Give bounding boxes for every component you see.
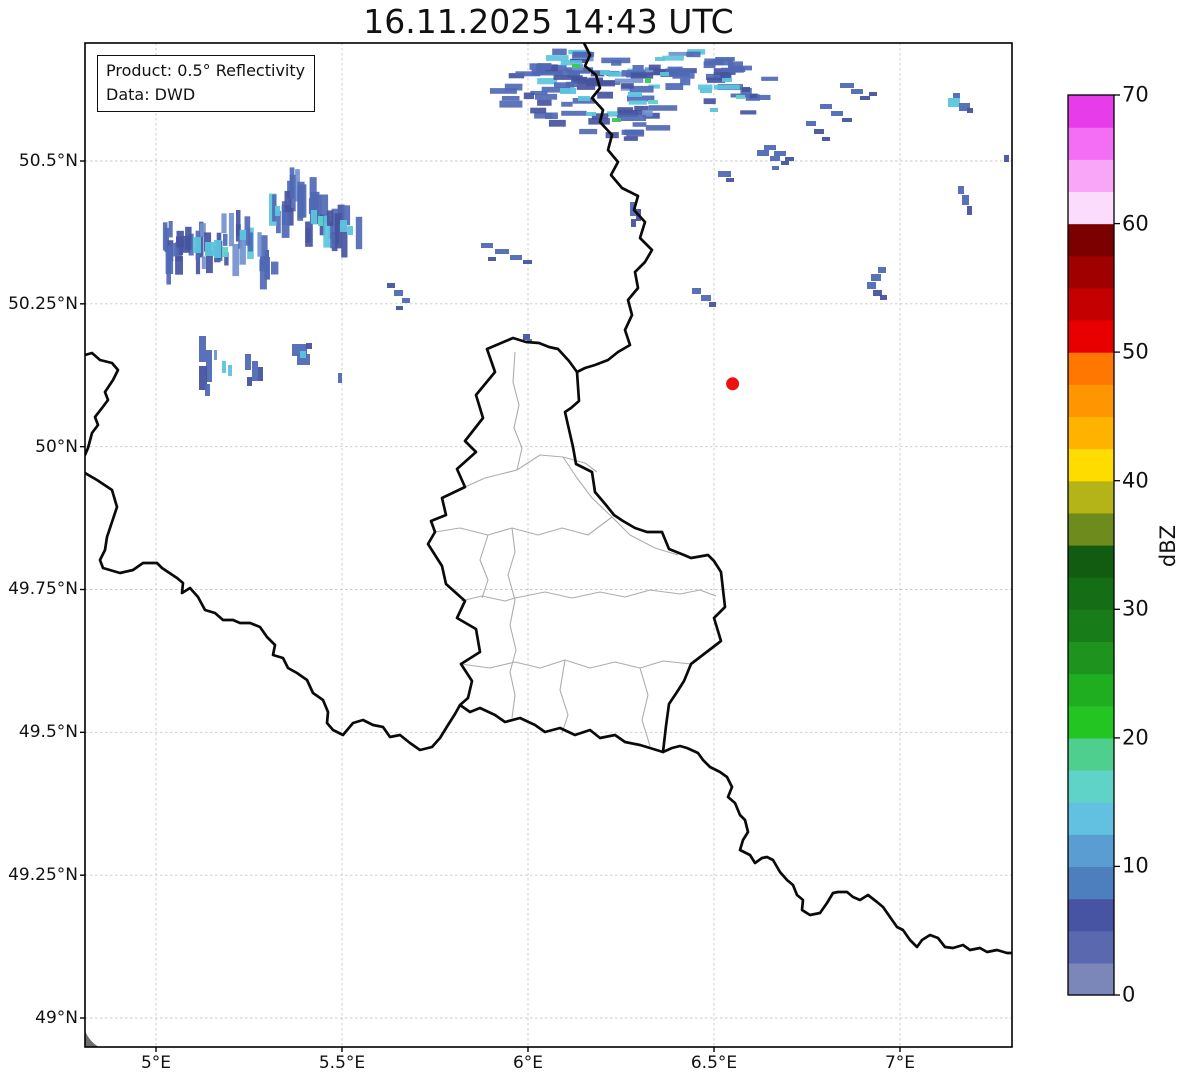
lat-tick-label: 49.5°N (18, 722, 78, 743)
radar-site-marker (726, 377, 740, 391)
product-info-box: Product: 0.5° Reflectivity Data: DWD (97, 55, 316, 112)
colorbar-unit-label: dBZ (1156, 524, 1180, 568)
lon-tick-label: 5°E (140, 1053, 172, 1073)
colorbar-tick-label: 10 (1122, 853, 1149, 878)
colorbar-tick-label: 60 (1122, 211, 1149, 236)
colorbar (1067, 94, 1120, 996)
lat-tick-label: 50.5°N (18, 151, 78, 171)
graticule-gridlines (85, 43, 1012, 1047)
map-frame (80, 42, 1013, 1052)
colorbar-tick-label: 50 (1122, 339, 1149, 364)
data-source-line: Data: DWD (106, 85, 196, 104)
colorbar-tick-label: 40 (1122, 468, 1149, 493)
colorbar-ticks (1114, 94, 1120, 996)
range-edge-wedge (85, 1031, 99, 1047)
colorbar-tick-label: 20 (1122, 725, 1149, 750)
product-line: Product: 0.5° Reflectivity (106, 61, 306, 80)
lon-tick-label: 5.5°E (318, 1053, 366, 1073)
colorbar-tick-label: 0 (1122, 982, 1136, 1007)
lat-tick-label: 50.25°N (8, 293, 78, 314)
lat-tick-label: 49°N (35, 1007, 78, 1028)
lon-tick-label: 6°E (512, 1053, 544, 1073)
lon-tick-label: 7°E (884, 1053, 916, 1073)
canton-borders (434, 351, 717, 747)
colorbar-tick-label: 70 (1122, 82, 1149, 107)
lat-tick-label: 49.75°N (8, 579, 78, 600)
lon-tick-label: 6.5°E (690, 1053, 738, 1073)
lat-tick-label: 49.25°N (8, 865, 78, 886)
map-inner (85, 43, 1012, 1047)
lat-tick-label: 50°N (35, 436, 78, 457)
country-borders (85, 43, 1012, 955)
colorbar-tick-label: 30 (1122, 596, 1149, 621)
map-canvas (80, 42, 1120, 1052)
radar-figure: 16.11.2025 14:43 UTC Product: 0.5° Refle… (0, 0, 1202, 1081)
